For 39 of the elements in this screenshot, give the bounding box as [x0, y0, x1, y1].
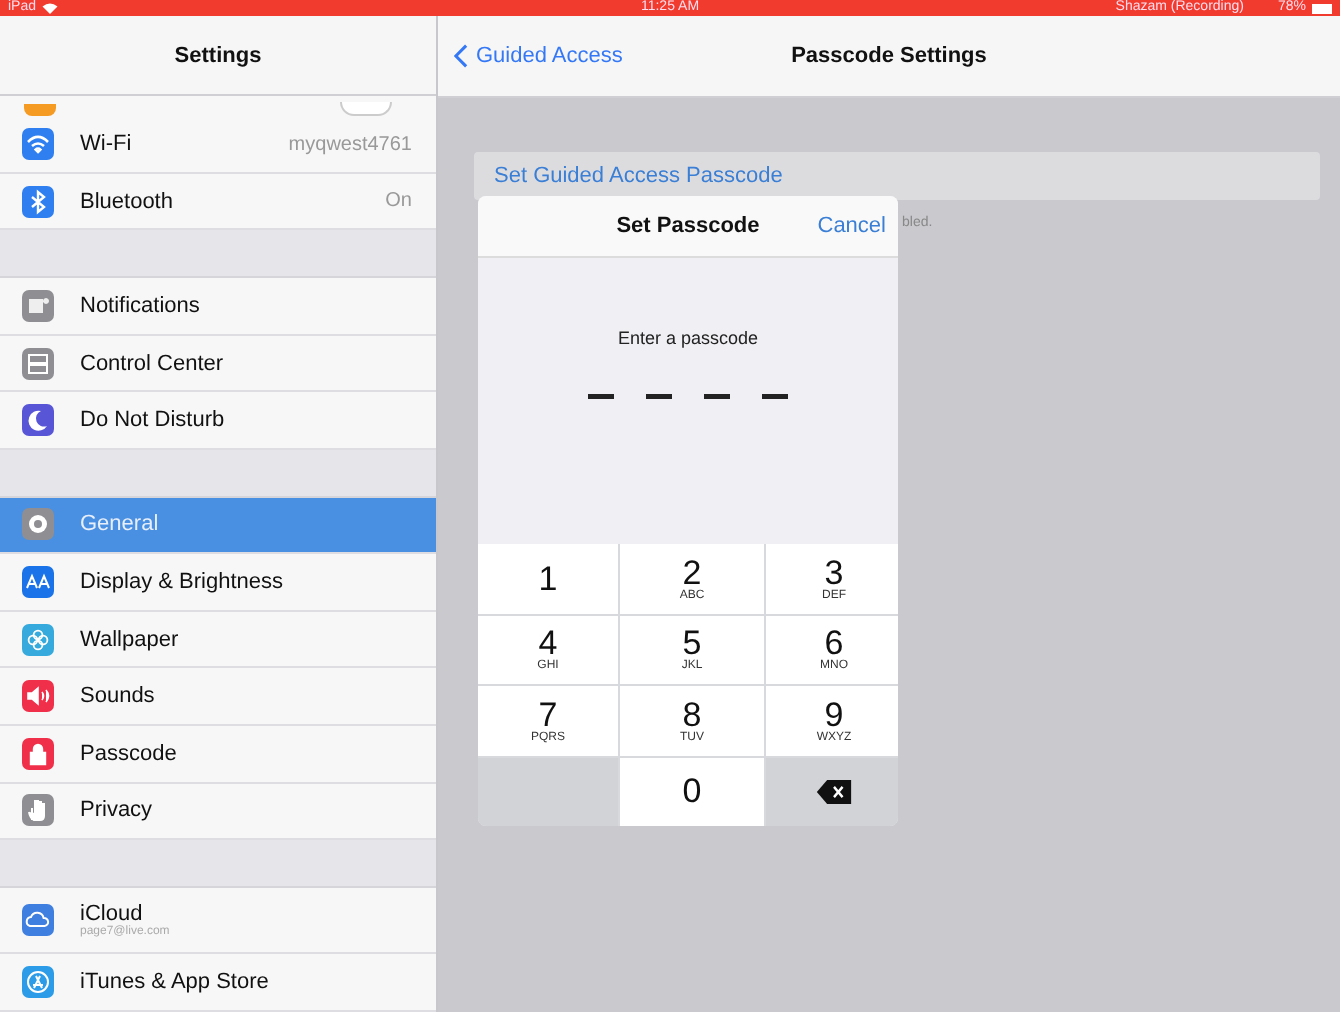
item-label: Wi-Fi — [80, 132, 134, 157]
back-link[interactable]: Guided Access — [438, 44, 623, 68]
item-label: Wallpaper — [80, 627, 181, 652]
item-label: Control Center — [80, 351, 226, 376]
settings-list-item[interactable]: Wi-Fi myqwest4761 — [0, 116, 436, 174]
item-label: Passcode — [80, 741, 179, 766]
chevron-left-icon — [454, 44, 468, 68]
settings-list-item[interactable]: Notifications — [0, 278, 436, 336]
item-label: iCloud — [80, 902, 143, 927]
settings-list-item[interactable]: Bluetooth On — [0, 173, 436, 231]
prompt-text: Enter a passcode — [617, 328, 759, 348]
backspace-icon — [816, 779, 852, 804]
item-label: iTunes & App Store — [80, 970, 271, 995]
settings-list-item[interactable]: Display & Brightness — [0, 554, 436, 612]
item-label: Sounds — [80, 684, 157, 709]
settings-list-item[interactable]: Passcode — [0, 725, 436, 784]
keypad-key[interactable]: 0 — [620, 757, 764, 826]
item-label: Privacy — [80, 798, 155, 823]
settings-list-item[interactable]: Wallpaper — [0, 611, 436, 669]
settings-list-item[interactable]: Privacy — [0, 783, 436, 841]
app-icon — [24, 104, 56, 117]
toggle-switch[interactable] — [340, 102, 392, 117]
item-label: Bluetooth — [80, 189, 175, 214]
keypad-key[interactable]: 1 — [478, 544, 618, 613]
page-title: Passcode Settings — [791, 44, 987, 68]
cancel-button[interactable]: Cancel — [817, 214, 886, 238]
dialog-title: Set Passcode — [616, 214, 760, 238]
item-label: Notifications — [80, 293, 202, 318]
settings-list-item[interactable]: Sounds — [0, 668, 436, 726]
delete-key[interactable] — [766, 757, 898, 826]
item-label: Display & Brightness — [80, 569, 285, 594]
item-value: On — [385, 190, 412, 213]
sidebar-title: Settings — [174, 43, 262, 68]
settings-list-item[interactable]: Control Center — [0, 335, 436, 393]
settings-list-item[interactable]: Do Not Disturb — [0, 392, 436, 450]
item-label: General — [80, 512, 161, 537]
item-label: Do Not Disturb — [80, 408, 227, 433]
item-value: myqwest4761 — [288, 133, 412, 156]
settings-list-item[interactable]: iTunes & App Store — [0, 954, 436, 1012]
